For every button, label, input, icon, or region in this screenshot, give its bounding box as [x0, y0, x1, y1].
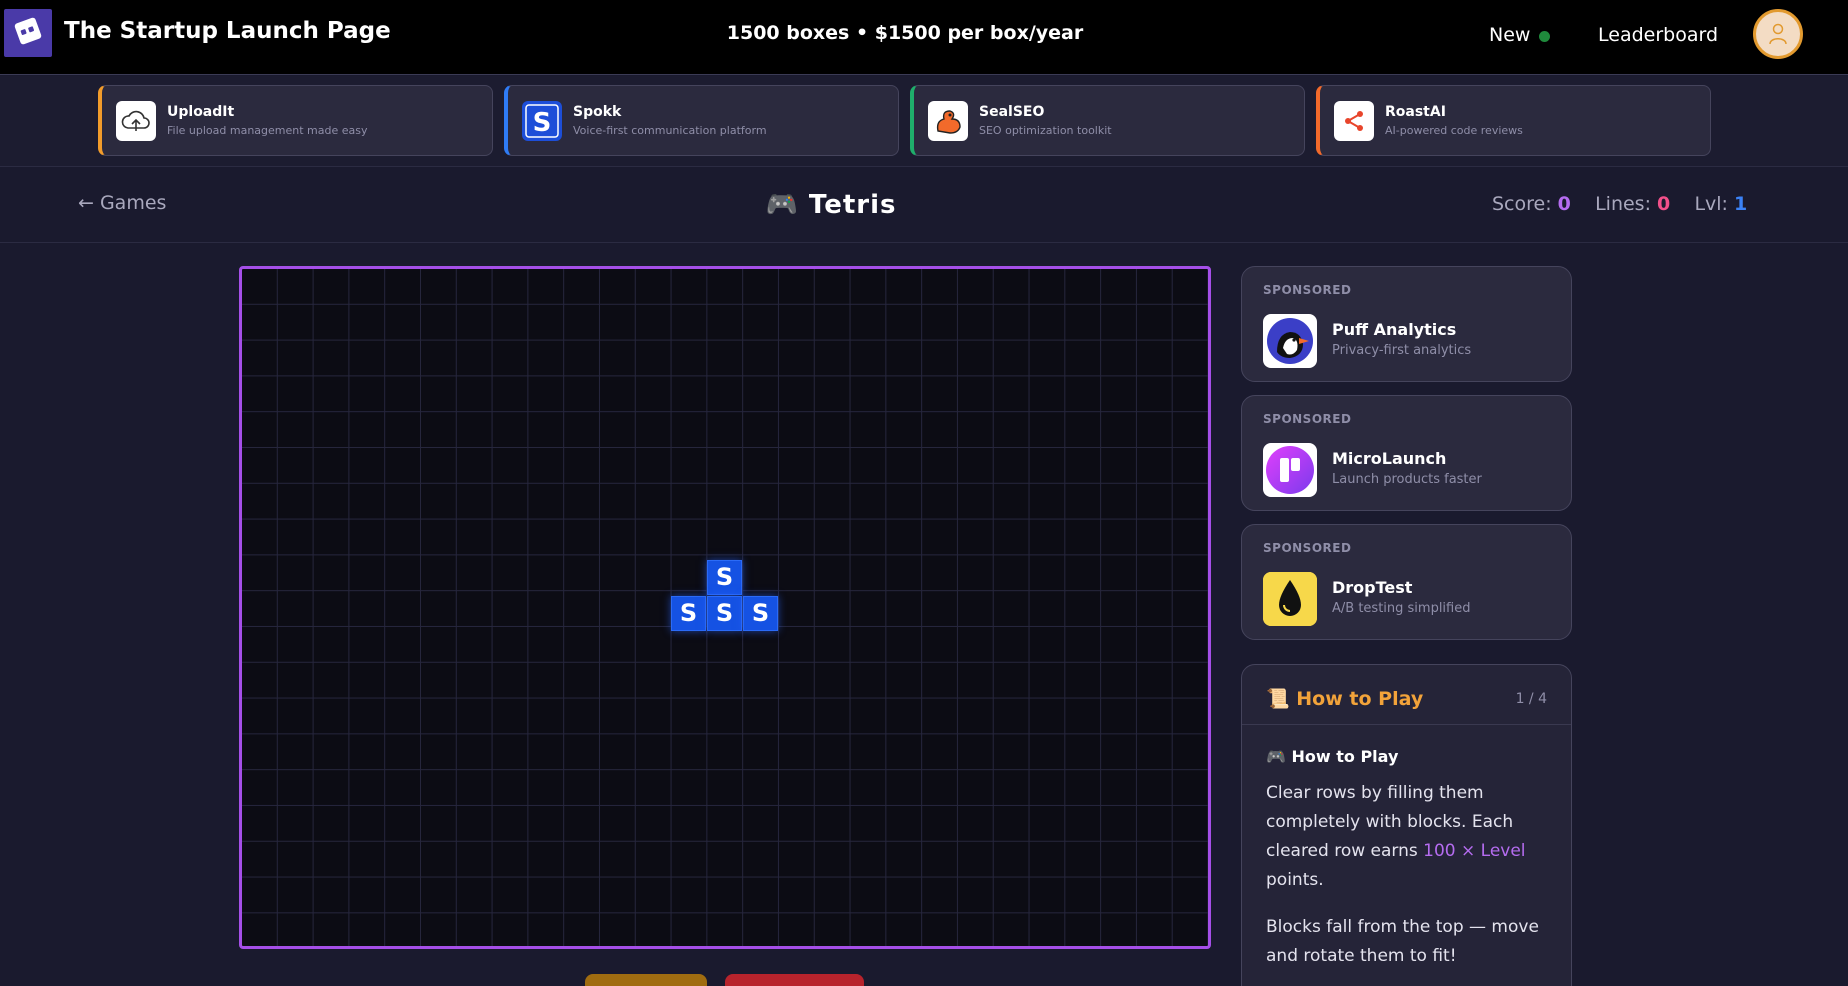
how-to-play-paragraph: Clear rows by filling them completely wi…	[1266, 779, 1550, 895]
seal-icon	[928, 101, 968, 141]
sponsored-card-droptest[interactable]: SPONSORED DropTest A/B testing simplifie…	[1241, 524, 1572, 640]
sponsored-name: MicroLaunch	[1332, 449, 1447, 468]
game-title-text: Tetris	[808, 190, 897, 220]
featured-desc: File upload management made easy	[167, 124, 368, 137]
sponsored-desc: Launch products faster	[1332, 472, 1482, 487]
user-avatar-button[interactable]	[1753, 9, 1803, 59]
game-header: ← Games 🎮 Tetris Score: 0 Lines: 0 Lvl: 1	[0, 168, 1848, 243]
gamepad-icon: 🎮	[1266, 747, 1292, 766]
nav-leaderboard-link[interactable]: Leaderboard	[1598, 24, 1718, 46]
featured-card-spokk[interactable]: S Spokk Voice-first communication platfo…	[504, 85, 899, 156]
featured-desc: Voice-first communication platform	[573, 124, 767, 137]
body-text: points.	[1266, 870, 1324, 890]
level-label: Lvl:	[1694, 193, 1728, 215]
level-value: 1	[1734, 193, 1748, 215]
how-to-play-subtitle-text: How to Play	[1291, 747, 1399, 766]
featured-name: RoastAI	[1385, 104, 1446, 120]
sponsored-name: DropTest	[1332, 578, 1413, 597]
featured-name: SealSEO	[979, 104, 1045, 120]
tetris-board[interactable]: S S S S	[239, 266, 1211, 949]
sponsored-card-puff-analytics[interactable]: SPONSORED Puff Analytics Privacy-first a…	[1241, 266, 1572, 382]
how-to-play-title: 📜 How to Play	[1266, 687, 1423, 710]
lines-label: Lines:	[1595, 193, 1651, 215]
tetris-block: S	[671, 596, 706, 631]
sponsored-card-microlaunch[interactable]: SPONSORED MicroLaunch Launch products fa…	[1241, 395, 1572, 511]
restart-button[interactable]	[725, 974, 864, 986]
share-icon	[1334, 101, 1374, 141]
how-to-play-subtitle: 🎮 How to Play	[1266, 747, 1398, 766]
highlight-text: 100 × Level	[1423, 841, 1526, 861]
how-to-play-panel: 📜 How to Play 1 / 4 🎮 How to Play Clear …	[1241, 664, 1572, 986]
featured-name: UploadIt	[167, 104, 235, 120]
scroll-icon: 📜	[1266, 688, 1297, 710]
how-to-play-header[interactable]: 📜 How to Play 1 / 4	[1242, 665, 1571, 725]
sponsored-label: SPONSORED	[1263, 283, 1352, 297]
score-label: Score:	[1492, 193, 1552, 215]
new-indicator-dot	[1539, 31, 1550, 42]
featured-name: Spokk	[573, 104, 622, 120]
pause-button[interactable]	[585, 974, 707, 986]
lines-value: 0	[1657, 193, 1671, 215]
how-to-play-body: Clear rows by filling them completely wi…	[1266, 779, 1550, 971]
user-icon	[1769, 23, 1787, 45]
featured-strip: UploadIt File upload management made eas…	[0, 76, 1848, 167]
sponsored-desc: Privacy-first analytics	[1332, 343, 1472, 358]
spokk-logo-icon: S	[522, 101, 562, 141]
featured-card-sealseo[interactable]: SealSEO SEO optimization toolkit	[910, 85, 1305, 156]
cloud-upload-icon	[116, 101, 156, 141]
gamepad-icon: 🎮	[765, 190, 799, 220]
featured-card-uploadit[interactable]: UploadIt File upload management made eas…	[98, 85, 493, 156]
sponsored-label: SPONSORED	[1263, 412, 1352, 426]
tagline: 1500 boxes • $1500 per box/year	[726, 22, 1084, 44]
sponsored-desc: A/B testing simplified	[1332, 601, 1471, 616]
top-bar: The Startup Launch Page 1500 boxes • $15…	[0, 0, 1848, 75]
how-to-play-paragraph: Blocks fall from the top — move and rota…	[1266, 917, 1539, 966]
tetris-block: S	[707, 560, 742, 595]
sponsored-label: SPONSORED	[1263, 541, 1352, 555]
tetris-block: S	[707, 596, 742, 631]
nav-new-link[interactable]: New	[1489, 24, 1530, 46]
game-title: 🎮 Tetris	[0, 190, 1662, 220]
microlaunch-logo-icon	[1263, 443, 1317, 497]
game-stats: Score: 0 Lines: 0 Lvl: 1	[1492, 193, 1747, 215]
featured-desc: AI-powered code reviews	[1385, 124, 1523, 137]
sponsored-name: Puff Analytics	[1332, 320, 1457, 339]
tetris-block: S	[743, 596, 778, 631]
puffin-icon	[1263, 314, 1317, 368]
how-to-play-title-text: How to Play	[1296, 688, 1424, 710]
svg-text:S: S	[533, 108, 552, 138]
drop-icon	[1263, 572, 1317, 626]
how-to-play-page-indicator: 1 / 4	[1515, 691, 1547, 707]
score-value: 0	[1557, 193, 1571, 215]
featured-card-roastai[interactable]: RoastAI AI-powered code reviews	[1316, 85, 1711, 156]
featured-desc: SEO optimization toolkit	[979, 124, 1112, 137]
